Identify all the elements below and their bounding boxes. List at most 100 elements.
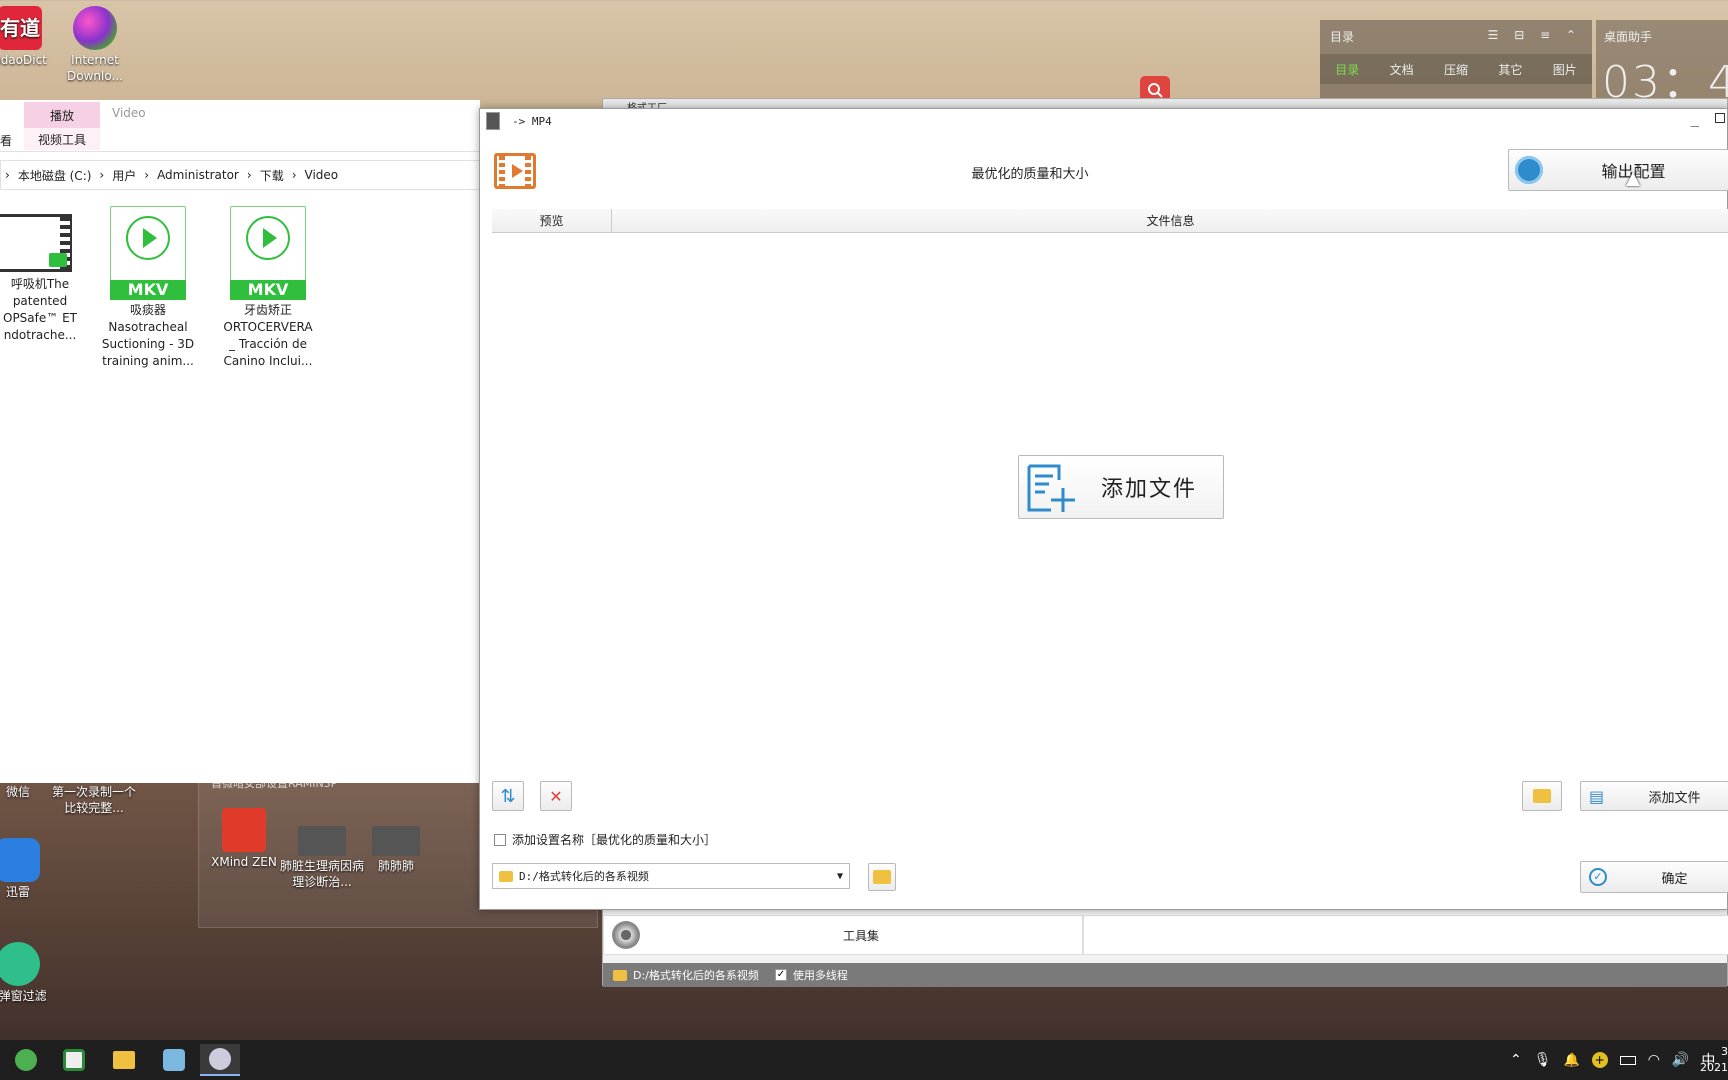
ribbon-video-tools[interactable]: 视频工具	[24, 128, 100, 150]
xmind-icon	[222, 808, 266, 852]
remove-button[interactable]: ✕	[540, 781, 572, 811]
status-path: D:/格式转化后的各系视频	[633, 969, 759, 982]
search-icon	[1148, 83, 1163, 98]
tab-dir[interactable]: 目录	[1335, 61, 1359, 78]
file-name-line: patented	[12, 294, 68, 308]
preset-name-checkbox[interactable]	[494, 833, 506, 846]
plus-icon[interactable]: +	[1591, 1052, 1608, 1068]
desktop-icon-thunder[interactable]: 迅雷	[0, 838, 58, 900]
multithread-checkbox[interactable]: ✓	[774, 969, 787, 981]
battery-icon[interactable]	[1619, 1055, 1636, 1065]
breadcrumb-item[interactable]: 本地磁盘 (C:)	[18, 167, 92, 184]
file-name-line: Canino Inclui...	[223, 354, 313, 368]
status-bar: D:/格式转化后的各系视频 ✓ 使用多线程	[603, 963, 1727, 987]
desktop-icon-idm[interactable]: Internet Downlo...	[55, 6, 135, 84]
browse-folder-button[interactable]	[868, 863, 896, 891]
ribbon-tab-play[interactable]: 播放	[24, 102, 100, 128]
chevron-up-icon[interactable]: ⌃	[1510, 1052, 1522, 1068]
system-tray[interactable]: ⌃ 🎙 🔔 + ◠ 🔊 中 ▭	[1510, 1040, 1728, 1080]
desktop-icon-lung-doc[interactable]: 肺脏生理病因病理诊断治...	[280, 826, 364, 890]
add-file-big-button[interactable]: 添加文件	[1018, 455, 1224, 519]
desktop-icon-popup-filter[interactable]: D弹窗过滤	[0, 942, 58, 1004]
microphone-icon[interactable]: 🎙	[1534, 1052, 1552, 1068]
breadcrumb-item[interactable]: Video	[305, 168, 339, 182]
add-folder-button[interactable]	[1522, 781, 1562, 811]
folder-icon	[113, 1051, 135, 1069]
desktop-icon-label: 肺脏生理病因病理诊断治...	[280, 859, 365, 889]
desktop-icon-lung[interactable]: 肺肺肺	[356, 826, 436, 874]
film-icon	[494, 153, 536, 189]
tab-images[interactable]: 图片	[1553, 61, 1577, 78]
wifi-icon[interactable]: ◠	[1648, 1052, 1660, 1068]
mkv-badge: MKV	[110, 280, 186, 300]
file-name-line: 呼吸机The	[10, 277, 70, 291]
image-file-icon	[298, 826, 346, 856]
chevron-down-icon: ▼	[836, 870, 843, 882]
file-item[interactable]: MKV 吸痰器 Nasotracheal Suctioning - 3D tra…	[100, 204, 196, 370]
desktop-icon-recording[interactable]: 第一次录制一个比较完整...	[52, 784, 136, 816]
tab-zip[interactable]: 压缩	[1444, 61, 1468, 78]
youdao-icon: 有道	[0, 6, 42, 50]
breadcrumb-item[interactable]: 下载	[260, 167, 284, 184]
image-file-icon	[372, 826, 420, 856]
app-icon	[486, 112, 500, 130]
bell-icon[interactable]: 🔔	[1564, 1053, 1580, 1068]
thunder-icon	[0, 838, 40, 882]
toolbox-label: 工具集	[842, 928, 879, 943]
popup-filter-icon	[0, 942, 40, 986]
taskbar-app-panda[interactable]	[54, 1044, 94, 1076]
taskbar-app-format-factory[interactable]	[200, 1044, 240, 1076]
breadcrumb-item[interactable]: Administrator	[157, 168, 239, 182]
mkv-badge: MKV	[230, 280, 306, 300]
add-file-small-label: 添加文件	[1648, 790, 1701, 806]
group-caption: 首微暗女部设置RAMIN3P	[211, 777, 338, 790]
directory-widget: 目录 ☰ ⊟ ≡ ⌃ 目录 文档 压缩 其它 图片	[1320, 20, 1592, 98]
minimize-icon[interactable]: _	[1691, 111, 1699, 127]
file-name-line: 吸痰器	[129, 303, 166, 317]
sort-button[interactable]: ⇅	[492, 781, 524, 811]
file-name-line: ndotrache...	[3, 328, 77, 342]
idm-icon	[73, 6, 117, 50]
desktop-icon-label: Internet Downlo...	[67, 53, 123, 83]
add-file-small-button[interactable]: ▤ 添加文件	[1580, 781, 1728, 811]
column-file-info[interactable]: 文件信息	[612, 209, 1728, 232]
gear-icon	[1515, 156, 1543, 184]
column-preview[interactable]: 预览	[492, 209, 612, 232]
volume-icon[interactable]: 🔊	[1672, 1052, 1689, 1068]
file-explorer-window: 播放 Video 看 视频工具 › 本地磁盘 (C:) › 用户 › Adminis…	[0, 100, 480, 783]
dialog-title: -> MP4	[512, 114, 552, 128]
desktop-icon-label: udaoDict	[0, 53, 47, 67]
tab-docs[interactable]: 文档	[1390, 61, 1414, 78]
confirm-button[interactable]: ✓ 确定	[1580, 861, 1728, 893]
taskbar-app-explorer[interactable]	[104, 1044, 144, 1076]
file-list-area[interactable]	[492, 233, 1728, 873]
file-item[interactable]: 呼吸机The patented OPSafe™ ET ndotrache...	[0, 204, 80, 344]
video-thumbnail-icon	[0, 214, 72, 272]
panda-icon	[63, 1049, 85, 1071]
tab-other[interactable]: 其它	[1498, 61, 1522, 78]
file-item[interactable]: MKV 牙齿矫正 ORTOCERVERA _ Tracción de Canin…	[220, 204, 316, 370]
desktop-icon-xmind[interactable]: XMind ZEN	[204, 808, 284, 870]
360-icon	[15, 1049, 37, 1071]
clock[interactable]: 3 2021	[1700, 1040, 1728, 1080]
file-name-line: ORTOCERVERA	[223, 320, 313, 334]
folder-icon	[613, 969, 627, 981]
desktop-icon-wechat[interactable]: 微信	[0, 784, 58, 800]
breadcrumb[interactable]: › 本地磁盘 (C:) › 用户 › Administrator › 下载 › Vide…	[0, 160, 480, 190]
taskbar-app-360[interactable]	[6, 1044, 46, 1076]
file-name-line: _ Tracción de	[229, 337, 307, 351]
desktop-icon-label: XMind ZEN	[211, 855, 277, 869]
preset-name-checkbox-label: 添加设置名称［最优化的质量和大小］	[512, 833, 717, 847]
directory-widget-controls[interactable]: ☰ ⊟ ≡ ⌃	[1488, 28, 1582, 42]
maximize-icon[interactable]	[1715, 113, 1725, 123]
add-file-icon: ▤	[1589, 786, 1605, 806]
desktop-icon-youdao[interactable]: 有道 udaoDict	[0, 6, 60, 68]
folder-icon	[499, 870, 513, 882]
toolbox-row[interactable]: 工具集	[603, 915, 1083, 955]
taskbar-app-game[interactable]	[154, 1044, 194, 1076]
breadcrumb-item[interactable]: 用户	[112, 167, 136, 184]
output-path-dropdown[interactable]: D:/格式转化后的各系视频 ▼	[492, 863, 850, 889]
output-config-button[interactable]: 输出配置	[1508, 149, 1728, 191]
taskbar: ⌃ 🎙 🔔 + ◠ 🔊 中 ▭ 3 2021	[0, 1040, 1728, 1080]
ribbon-sub-left[interactable]: 看	[0, 132, 12, 149]
